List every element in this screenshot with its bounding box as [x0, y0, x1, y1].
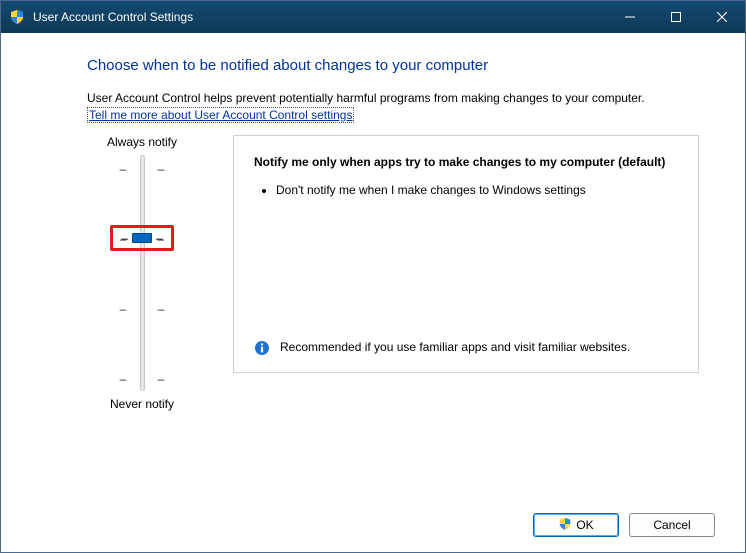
- cancel-button[interactable]: Cancel: [629, 513, 715, 537]
- description-list: Don't notify me when I make changes to W…: [276, 182, 678, 205]
- cancel-button-label: Cancel: [653, 518, 690, 532]
- slider-tick: ––: [119, 303, 165, 315]
- footer: OK Cancel: [1, 498, 745, 552]
- content-area: Choose when to be notified about changes…: [1, 33, 745, 498]
- tick-mark: –: [121, 231, 128, 245]
- slider-tick: ––: [119, 163, 165, 175]
- minimize-button[interactable]: [607, 1, 653, 33]
- body-row: Always notify –– –– –– –– – – Never noti…: [87, 135, 699, 411]
- slider-thumb-highlight: – –: [110, 225, 174, 251]
- uac-shield-icon: [558, 517, 572, 534]
- learn-more-link[interactable]: Tell me more about User Account Control …: [87, 107, 354, 123]
- maximize-button[interactable]: [653, 1, 699, 33]
- description-title: Notify me only when apps try to make cha…: [254, 154, 678, 170]
- info-icon: [254, 340, 270, 356]
- slider-top-label: Always notify: [107, 135, 177, 149]
- notification-slider[interactable]: –– –– –– –– – –: [112, 155, 172, 391]
- ok-button[interactable]: OK: [533, 513, 619, 537]
- description-bullet: Don't notify me when I make changes to W…: [276, 182, 678, 199]
- recommendation-text: Recommended if you use familiar apps and…: [280, 339, 630, 356]
- slider-tick: ––: [119, 373, 165, 385]
- ok-button-label: OK: [576, 518, 593, 532]
- titlebar: User Account Control Settings: [1, 1, 745, 33]
- slider-track: [140, 155, 145, 391]
- slider-bottom-label: Never notify: [110, 397, 174, 411]
- intro-text: User Account Control helps prevent poten…: [87, 90, 699, 107]
- window-title: User Account Control Settings: [33, 10, 607, 24]
- close-button[interactable]: [699, 1, 745, 33]
- recommendation-row: Recommended if you use familiar apps and…: [254, 339, 678, 356]
- slider-column: Always notify –– –– –– –– – – Never noti…: [87, 135, 197, 411]
- uac-shield-icon: [9, 9, 25, 25]
- page-heading: Choose when to be notified about changes…: [87, 57, 699, 74]
- slider-thumb[interactable]: [132, 233, 152, 243]
- tick-mark: –: [156, 231, 163, 245]
- description-panel: Notify me only when apps try to make cha…: [233, 135, 699, 373]
